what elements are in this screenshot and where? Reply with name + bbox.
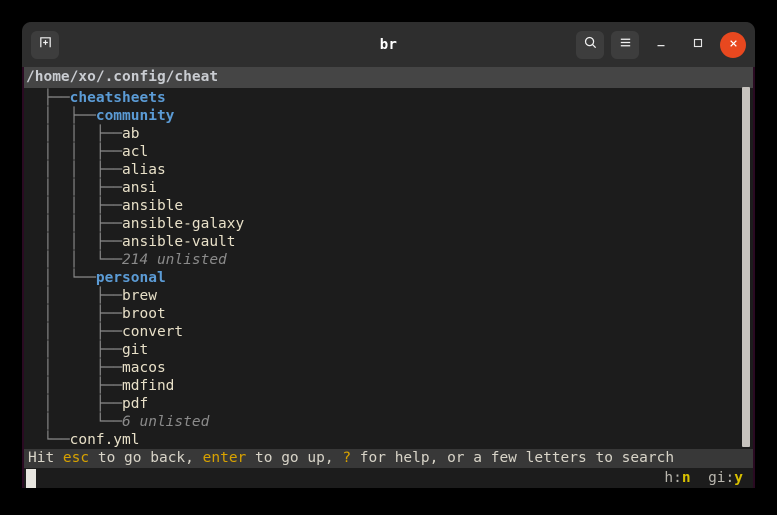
tree-row[interactable]: ├──cheatsheets [24, 89, 753, 107]
tree-file-label: macos [122, 360, 166, 376]
hint-bar: h:n gi:y [24, 468, 753, 488]
tree-file-label: ansible [122, 198, 184, 214]
keyboard-hints: h:n gi:y [664, 468, 753, 488]
tree-branch-glyph: │ ├── [26, 360, 123, 376]
close-icon [727, 35, 740, 54]
tree-branch-glyph: │ ├── [26, 378, 123, 394]
tree-row[interactable]: │ └──personal [24, 269, 753, 287]
tree-unlisted-label: 6 unlisted [122, 414, 210, 430]
tree-branch-glyph: │ │ ├── [26, 234, 123, 250]
tree-row[interactable]: │ │ ├──acl [24, 143, 753, 161]
status-bar: Hit esc to go back, enter to go up, ? fo… [24, 449, 753, 468]
tree-file-label: conf.yml [69, 432, 140, 448]
terminal-content: /home/xo/.config/cheat ├──cheatsheets │ … [22, 67, 755, 488]
tree-row[interactable]: │ ├──mdfind [24, 377, 753, 395]
tree-branch-glyph: │ │ ├── [26, 162, 123, 178]
tree-branch-glyph: │ ├── [26, 324, 123, 340]
file-tree[interactable]: ├──cheatsheets │ ├──community │ │ ├──ab … [24, 88, 753, 449]
tree-branch-glyph: │ ├── [26, 396, 123, 412]
tree-row[interactable]: │ │ ├──alias [24, 161, 753, 179]
menu-button[interactable] [611, 30, 639, 59]
tree-branch-glyph: │ │ └── [26, 252, 123, 268]
tree-file-label: mdfind [122, 378, 175, 394]
tree-row[interactable]: │ ├──broot [24, 305, 753, 323]
tree-directory-label: personal [95, 270, 166, 286]
input-cursor[interactable] [26, 469, 36, 488]
hint-h-label: h: [664, 470, 682, 486]
status-text-1: Hit [28, 450, 63, 466]
tree-row[interactable]: │ ├──pdf [24, 395, 753, 413]
maximize-button[interactable] [683, 30, 713, 60]
tree-branch-glyph: │ ├── [26, 108, 96, 124]
hint-gi-key: y [734, 470, 743, 486]
close-button[interactable] [720, 31, 746, 58]
tree-row[interactable]: │ │ ├──ansible-galaxy [24, 215, 753, 233]
tree-file-label: brew [122, 288, 157, 304]
tree-file-label: broot [122, 306, 166, 322]
tree-file-label: ansible-galaxy [122, 216, 245, 232]
tree-row[interactable]: │ ├──git [24, 341, 753, 359]
tree-row[interactable]: │ ├──brew [24, 287, 753, 305]
new-tab-icon [38, 35, 53, 54]
tree-file-label: alias [122, 162, 166, 178]
tree-row[interactable]: │ │ ├──ansible-vault [24, 233, 753, 251]
tree-branch-glyph: │ │ ├── [26, 180, 123, 196]
tree-row[interactable]: │ │ └──214 unlisted [24, 251, 753, 269]
tree-file-label: ansible-vault [122, 234, 236, 250]
status-key-question: ? [342, 450, 352, 466]
tree-file-label: git [122, 342, 149, 358]
title-bar: br [22, 22, 755, 67]
hamburger-menu-icon [618, 35, 633, 54]
tree-file-label: convert [122, 324, 184, 340]
vertical-scrollbar[interactable] [742, 87, 750, 447]
tree-row[interactable]: │ │ ├──ab [24, 125, 753, 143]
status-text-2: to go back, [89, 450, 203, 466]
status-key-enter: enter [202, 450, 247, 466]
tree-row[interactable]: └──conf.yml [24, 431, 753, 449]
path-bar[interactable]: /home/xo/.config/cheat [24, 67, 753, 88]
tree-branch-glyph: │ │ ├── [26, 198, 123, 214]
tree-branch-glyph: │ ├── [26, 306, 123, 322]
new-tab-button[interactable] [31, 30, 59, 59]
tree-directory-label: community [95, 108, 175, 124]
tree-row[interactable]: │ │ ├──ansi [24, 179, 753, 197]
status-key-esc: esc [62, 450, 90, 466]
tree-file-label: pdf [122, 396, 149, 412]
tree-directory-label: cheatsheets [69, 90, 166, 106]
hint-h-key: n [681, 470, 691, 486]
tree-branch-glyph: ├── [26, 90, 70, 106]
tree-branch-glyph: │ ├── [26, 288, 123, 304]
status-text-4: for help, or a few letters to search [351, 450, 675, 466]
maximize-icon [691, 35, 705, 54]
tree-branch-glyph: │ │ ├── [26, 216, 123, 232]
tree-branch-glyph: │ ├── [26, 342, 123, 358]
tree-row[interactable]: │ ├──convert [24, 323, 753, 341]
tree-branch-glyph: │ │ ├── [26, 126, 123, 142]
status-text-3: to go up, [246, 450, 343, 466]
hint-spacer [691, 470, 708, 486]
tree-row[interactable]: │ ├──macos [24, 359, 753, 377]
minimize-button[interactable] [646, 30, 676, 60]
window-controls [576, 30, 746, 60]
tree-branch-glyph: │ └── [26, 270, 96, 286]
hint-gi-label: gi: [708, 470, 735, 486]
search-button[interactable] [576, 30, 604, 59]
tree-row[interactable]: │ └──6 unlisted [24, 413, 753, 431]
tree-unlisted-label: 214 unlisted [122, 252, 227, 268]
search-icon [583, 35, 598, 54]
tree-file-label: acl [122, 144, 149, 160]
tree-row[interactable]: │ │ ├──ansible [24, 197, 753, 215]
tree-branch-glyph: │ │ ├── [26, 144, 123, 160]
tree-branch-glyph: │ └── [26, 414, 123, 430]
broot-window: br /home/xo/.config/cheat ├──cheatsheets… [22, 22, 755, 488]
tree-file-label: ansi [122, 180, 157, 196]
tree-file-label: ab [122, 126, 140, 142]
minimize-icon [654, 35, 668, 54]
tree-branch-glyph: └── [26, 432, 70, 448]
tree-row[interactable]: │ ├──community [24, 107, 753, 125]
